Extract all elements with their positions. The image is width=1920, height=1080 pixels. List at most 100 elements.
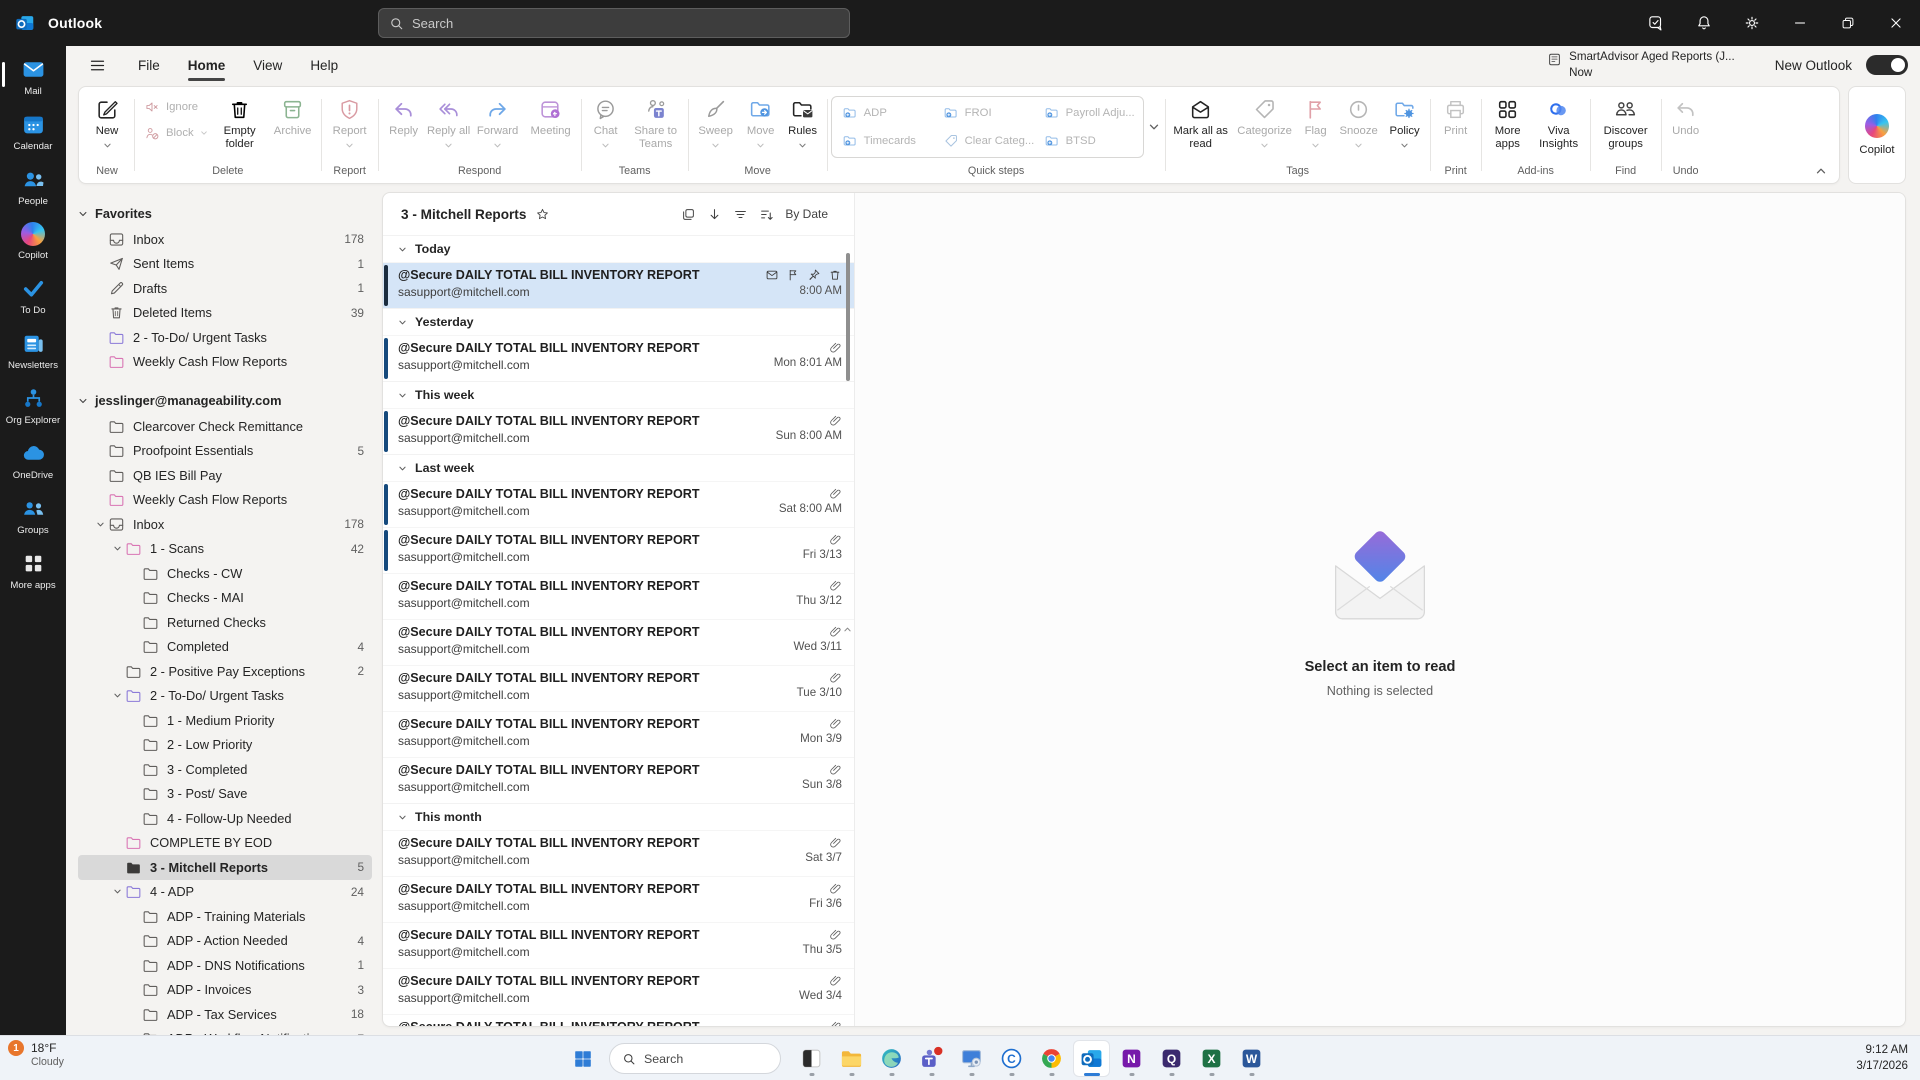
outlookapp-taskbar-button[interactable] [1074, 1041, 1109, 1076]
excel-taskbar-button[interactable]: X [1194, 1041, 1229, 1076]
folder-row[interactable]: 3 - Completed [78, 757, 372, 782]
onenote-taskbar-button[interactable]: N [1114, 1041, 1149, 1076]
ribbon-collapse-button[interactable] [1815, 165, 1827, 177]
reply-button[interactable]: Reply [382, 89, 426, 138]
minimize-button[interactable] [1776, 0, 1824, 46]
folder-row[interactable]: COMPLETE BY EOD [78, 831, 372, 856]
folder-row[interactable]: 1 - Scans 42 [78, 537, 372, 562]
folder-row[interactable]: ADP - Action Needed 4 [78, 929, 372, 954]
folder-row[interactable]: Returned Checks [78, 610, 372, 635]
rail-item-copilot[interactable]: Copilot [2, 215, 64, 269]
edge-taskbar-button[interactable] [874, 1041, 909, 1076]
report-button[interactable]: Report [325, 89, 375, 150]
quick-step-timecards[interactable]: Timecards [836, 133, 937, 149]
email-row[interactable]: @Secure DAILY TOTAL BILL INVENTORY REPOR… [383, 665, 854, 711]
scrollbar-thumb[interactable] [846, 253, 850, 381]
restore-button[interactable] [1824, 0, 1872, 46]
menu-view[interactable]: View [239, 52, 296, 79]
folder-row[interactable]: 2 - To-Do/ Urgent Tasks [78, 325, 372, 350]
menu-file[interactable]: File [124, 52, 174, 79]
rail-item-org-explorer[interactable]: Org Explorer [2, 379, 64, 434]
email-row[interactable]: @Secure DAILY TOTAL BILL INVENTORY REPOR… [383, 1014, 854, 1026]
sweep-button[interactable]: Sweep [692, 89, 740, 150]
folder-row[interactable]: Weekly Cash Flow Reports [78, 350, 372, 375]
folder-row[interactable]: ADP - Invoices 3 [78, 978, 372, 1003]
print-button[interactable]: Print [1434, 89, 1478, 138]
taskbar-search-input[interactable]: Search [609, 1043, 781, 1074]
qapp-taskbar-button[interactable]: Q [1154, 1041, 1189, 1076]
email-row[interactable]: @Secure DAILY TOTAL BILL INVENTORY REPOR… [383, 711, 854, 757]
rail-item-calendar[interactable]: Calendar [2, 105, 64, 160]
favorite-star-icon[interactable] [535, 207, 550, 222]
close-button[interactable] [1872, 0, 1920, 46]
email-row[interactable]: @Secure DAILY TOTAL BILL INVENTORY REPOR… [383, 408, 854, 454]
teams-taskbar-button[interactable] [914, 1041, 949, 1076]
quick-step-clear-categ-[interactable]: Clear Categ... [937, 133, 1038, 149]
rail-item-onedrive[interactable]: OneDrive [2, 434, 64, 489]
email-row[interactable]: @Secure DAILY TOTAL BILL INVENTORY REPOR… [383, 527, 854, 573]
favorites-section-header[interactable]: Favorites [78, 200, 372, 227]
weather-widget[interactable]: 1 18°F Cloudy [8, 1040, 64, 1070]
rules-button[interactable]: Rules [782, 89, 824, 150]
email-row[interactable]: @Secure DAILY TOTAL BILL INVENTORY REPOR… [383, 619, 854, 665]
viva-insights-button[interactable]: Viva Insights [1531, 89, 1587, 150]
menu-help[interactable]: Help [296, 52, 352, 79]
folder-row[interactable]: Completed 4 [78, 635, 372, 660]
sort-direction-icon[interactable] [707, 207, 722, 222]
folder-row[interactable]: 1 - Medium Priority [78, 708, 372, 733]
mark-read-icon[interactable] [765, 268, 779, 282]
undo-button[interactable]: Undo [1665, 89, 1707, 138]
folder-row[interactable]: QB IES Bill Pay [78, 463, 372, 488]
folder-row[interactable]: 2 - Positive Pay Exceptions 2 [78, 659, 372, 684]
account-section-header[interactable]: jesslinger@manageability.com [78, 387, 372, 414]
email-row[interactable]: @Secure DAILY TOTAL BILL INVENTORY REPOR… [383, 876, 854, 922]
meeting-button[interactable]: Meeting [524, 89, 578, 138]
chat-button[interactable]: Chat [585, 89, 627, 150]
archive-button[interactable]: Archive [268, 89, 318, 138]
forward-button[interactable]: Forward [472, 89, 524, 150]
global-search-input[interactable]: Search [378, 8, 850, 38]
email-row[interactable]: @Secure DAILY TOTAL BILL INVENTORY REPOR… [383, 335, 854, 381]
notifications-button[interactable] [1680, 0, 1728, 46]
taskbar-clock[interactable]: 9:12 AM 3/17/2026 [1856, 1042, 1908, 1074]
share-to-teams-button[interactable]: Share to Teams [627, 89, 685, 150]
email-row[interactable]: @Secure DAILY TOTAL BILL INVENTORY REPOR… [383, 922, 854, 968]
explorer-taskbar-button[interactable] [834, 1041, 869, 1076]
quick-steps-expand-icon[interactable] [1148, 121, 1160, 133]
rail-item-mail[interactable]: Mail [2, 50, 64, 105]
folder-row[interactable]: Sent Items 1 [78, 252, 372, 277]
folder-row[interactable]: 3 - Post/ Save [78, 782, 372, 807]
snooze-button[interactable]: Snooze [1335, 89, 1383, 150]
email-row[interactable]: @Secure DAILY TOTAL BILL INVENTORY REPOR… [383, 262, 854, 308]
email-group-header[interactable]: Last week [383, 454, 854, 481]
email-row[interactable]: @Secure DAILY TOTAL BILL INVENTORY REPOR… [383, 757, 854, 803]
policy-button[interactable]: Policy [1383, 89, 1427, 150]
copilot-button[interactable]: Copilot [1848, 86, 1906, 184]
filter-icon[interactable] [733, 207, 748, 222]
email-group-header[interactable]: Yesterday [383, 308, 854, 335]
select-all-icon[interactable] [681, 207, 696, 222]
folder-row[interactable]: Drafts 1 [78, 276, 372, 301]
rail-item-groups[interactable]: Groups [2, 489, 64, 544]
folder-row[interactable]: ADP - Training Materials [78, 904, 372, 929]
email-group-header[interactable]: This week [383, 381, 854, 408]
folder-row[interactable]: ADP - Workflow Notifications7 [78, 1027, 372, 1035]
feedback-button[interactable] [1632, 0, 1680, 46]
notification-toast[interactable]: SmartAdvisor Aged Reports (J... Now [1547, 49, 1735, 80]
folder-row[interactable]: 2 - To-Do/ Urgent Tasks [78, 684, 372, 709]
menu-home[interactable]: Home [174, 52, 240, 81]
start-button[interactable] [566, 1042, 600, 1076]
quick-step-btsd[interactable]: BTSD [1038, 133, 1139, 149]
rdp-taskbar-button[interactable] [954, 1041, 989, 1076]
chrome-taskbar-button[interactable] [1034, 1041, 1069, 1076]
quick-step-payroll-adju-[interactable]: Payroll Adju... [1038, 105, 1139, 121]
folder-row[interactable]: 2 - Low Priority [78, 733, 372, 758]
folder-row[interactable]: Inbox 178 [78, 227, 372, 252]
folder-row[interactable]: 4 - Follow-Up Needed [78, 806, 372, 831]
move-button[interactable]: Move [740, 89, 782, 150]
mark-all-as-read-button[interactable]: Mark all as read [1169, 89, 1233, 150]
reply-all-button[interactable]: Reply all [426, 89, 472, 150]
delete-icon[interactable] [828, 268, 842, 282]
capp-taskbar-button[interactable]: C [994, 1041, 1029, 1076]
flag-icon[interactable] [786, 268, 800, 282]
